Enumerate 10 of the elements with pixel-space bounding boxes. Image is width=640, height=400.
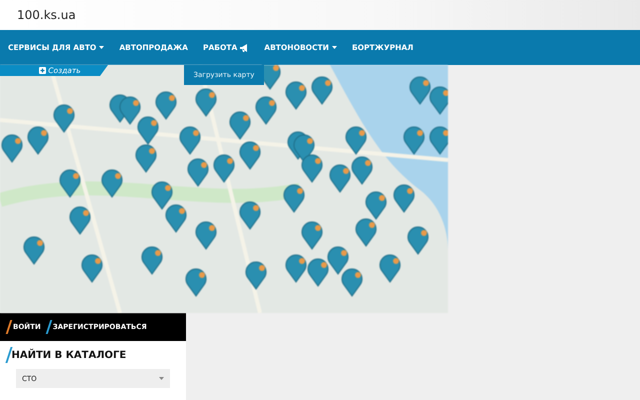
slash-mark (46, 320, 52, 334)
caret-icon (332, 46, 337, 49)
map-drawing[interactable] (0, 65, 448, 313)
site-title[interactable]: 100.ks.ua (17, 8, 76, 22)
catalog-title: НАЙТИ В КАТАЛОГЕ (12, 350, 126, 360)
caret-icon (99, 46, 104, 49)
plus-square-icon (39, 67, 46, 74)
megaphone-icon (240, 44, 250, 52)
slash-mark (6, 320, 12, 334)
caret-icon (159, 377, 164, 380)
